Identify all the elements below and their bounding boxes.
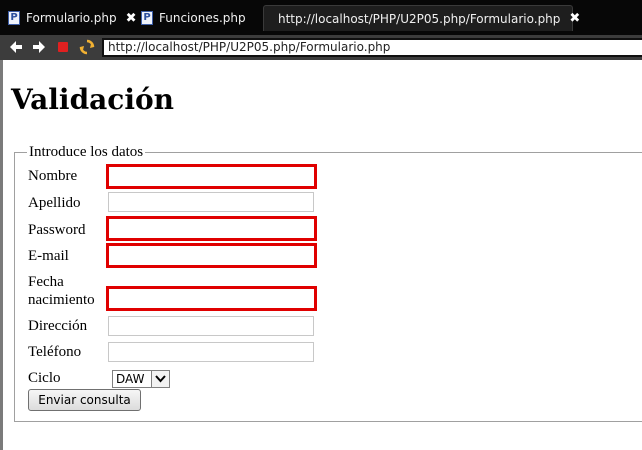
close-icon[interactable]: ✖	[126, 11, 137, 26]
telefono-label: Teléfono	[28, 344, 82, 360]
php-file-icon: P	[8, 11, 20, 25]
tab-bar: P Formulario.php ✖ P Funciones.php http:…	[0, 0, 642, 35]
forward-arrow-icon[interactable]	[29, 37, 49, 57]
php-file-icon: P	[141, 11, 153, 25]
apellido-label: Apellido	[28, 195, 81, 211]
navigation-toolbar: http://localhost/PHP/U2P05.php/Formulari…	[0, 35, 642, 60]
fecha-label-line1: Fecha	[28, 274, 64, 290]
tab-formulario-php[interactable]: P Formulario.php ✖	[8, 5, 136, 31]
nombre-label: Nombre	[28, 168, 78, 184]
chevron-down-icon[interactable]	[151, 370, 170, 388]
page-title: Validación	[11, 83, 175, 116]
fecha-nacimiento-input[interactable]	[106, 286, 317, 311]
stop-icon[interactable]	[53, 37, 73, 57]
apellido-input[interactable]	[108, 192, 314, 212]
page-frame-border	[0, 60, 3, 450]
password-input[interactable]	[106, 216, 317, 241]
fieldset-legend: Introduce los datos	[29, 144, 144, 160]
tab-label: Formulario.php	[26, 11, 117, 25]
nombre-input[interactable]	[106, 164, 317, 189]
ciclo-selected-value[interactable]: DAW	[112, 370, 151, 388]
tab-funciones-php[interactable]: P Funciones.php	[141, 5, 246, 31]
ciclo-label: Ciclo	[28, 370, 61, 386]
address-bar[interactable]: http://localhost/PHP/U2P05.php/Formulari…	[102, 38, 642, 57]
tab-label: Funciones.php	[159, 11, 246, 25]
close-icon[interactable]: ✖	[569, 11, 580, 26]
email-input[interactable]	[106, 243, 317, 268]
email-label: E-mail	[28, 248, 69, 264]
fecha-label-line2: nacimiento	[28, 292, 95, 308]
direccion-label: Dirección	[28, 318, 88, 334]
tab-localhost-formulario[interactable]: http://localhost/PHP/U2P05.php/Formulari…	[263, 5, 580, 31]
enviar-consulta-button[interactable]: Enviar consulta	[28, 389, 141, 411]
tab-label: http://localhost/PHP/U2P05.php/Formulari…	[278, 11, 561, 26]
password-label: Password	[28, 222, 86, 238]
ciclo-select[interactable]: DAW	[112, 370, 171, 388]
refresh-icon[interactable]	[77, 37, 97, 57]
back-arrow-icon[interactable]	[6, 37, 26, 57]
direccion-input[interactable]	[108, 316, 314, 336]
telefono-input[interactable]	[108, 342, 314, 362]
